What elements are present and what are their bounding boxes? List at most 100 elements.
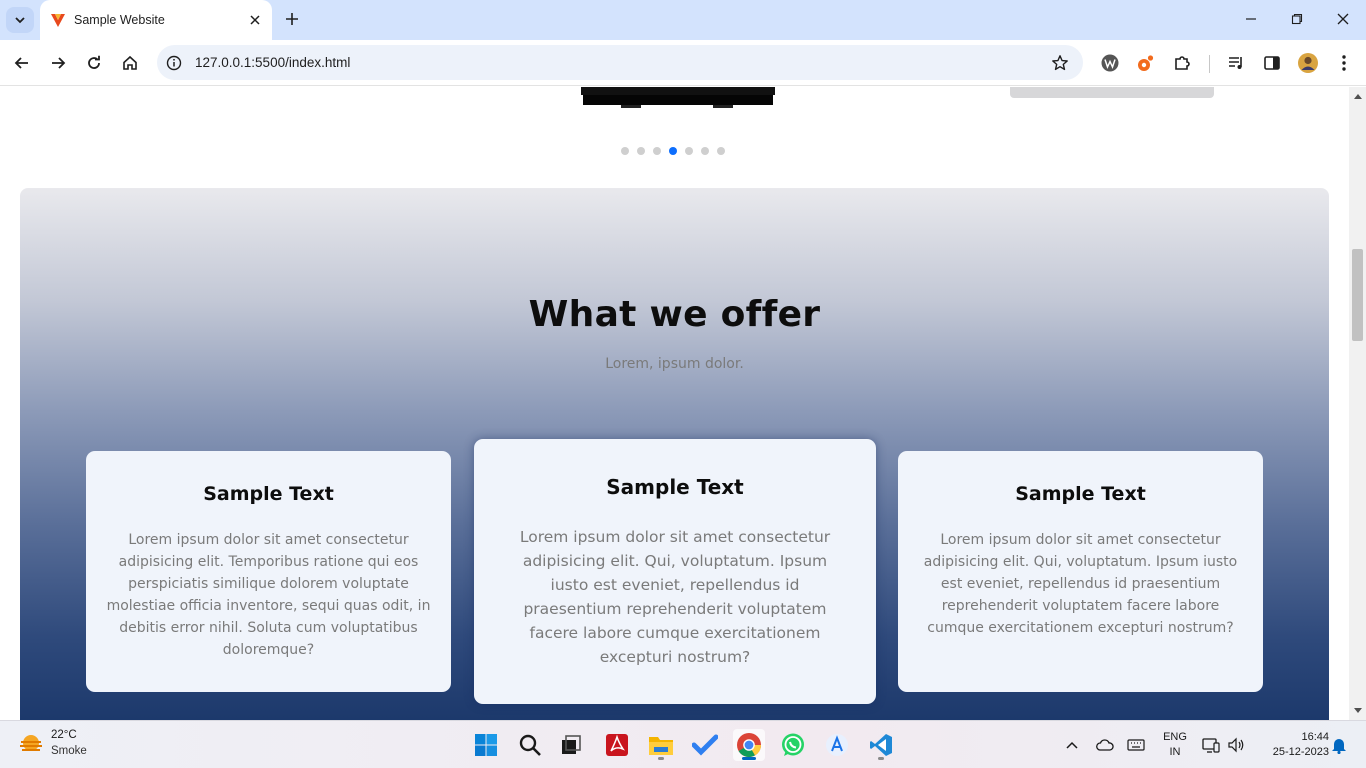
reload-icon [88, 55, 100, 69]
arrow-left-icon [14, 57, 28, 69]
keyboard-tray[interactable] [1126, 735, 1146, 755]
file-explorer-icon [649, 737, 673, 755]
plus-icon [286, 13, 298, 25]
tab-search-button[interactable] [6, 7, 34, 33]
scroll-up-arrow-icon[interactable] [1349, 89, 1366, 103]
restore-icon [1291, 13, 1303, 25]
system-clock[interactable]: 16:44 25-12-2023 [1255, 730, 1329, 760]
card-text: Lorem ipsum dolor sit amet consectetur a… [519, 528, 831, 666]
site-info-icon[interactable] [165, 54, 183, 72]
side-panel-icon [1264, 56, 1280, 70]
card-text: Lorem ipsum dolor sit amet consectetur a… [923, 532, 1238, 636]
carousel-product-image [581, 87, 775, 108]
chevron-down-icon [15, 17, 25, 24]
back-button[interactable] [10, 51, 34, 75]
site-favicon-icon [50, 12, 66, 28]
start-button[interactable] [470, 729, 502, 761]
cloud-icon [1096, 739, 1114, 751]
notifications-button[interactable] [1330, 735, 1348, 755]
region-code: IN [1169, 746, 1181, 758]
browser-menu-button[interactable] [1332, 51, 1356, 75]
file-explorer-button[interactable] [645, 729, 677, 761]
weather-haze-icon[interactable] [18, 732, 44, 758]
scrollbar-thumb[interactable] [1352, 249, 1363, 341]
restore-button[interactable] [1286, 8, 1308, 30]
card-text: Lorem ipsum dolor sit amet consectetur a… [106, 532, 431, 658]
reload-button[interactable] [82, 51, 106, 75]
taskbar: 22°C Smoke ENG IN 16:44 25-12-2023 [0, 720, 1366, 768]
carousel-dot[interactable] [685, 147, 693, 155]
profile-button[interactable] [1296, 51, 1320, 75]
show-hidden-icons-button[interactable] [1063, 735, 1081, 755]
todo-button[interactable] [689, 729, 721, 761]
offer-card: Sample Text Lorem ipsum dolor sit amet c… [86, 451, 451, 692]
card-title: Sample Text [606, 475, 744, 499]
close-tab-icon[interactable] [246, 11, 264, 29]
wordpress-extension-button[interactable] [1098, 51, 1122, 75]
more-vertical-icon [1342, 55, 1346, 71]
home-button[interactable] [118, 51, 142, 75]
page-scrollbar[interactable] [1349, 87, 1366, 720]
windows-start-icon [475, 734, 497, 756]
network-icon [1202, 738, 1220, 753]
home-icon [123, 55, 137, 70]
carousel-dot[interactable] [621, 147, 629, 155]
weather-temperature[interactable]: 22°C [51, 729, 77, 741]
carousel-dot[interactable] [701, 147, 709, 155]
url-text[interactable]: 127.0.0.1:5500/index.html [195, 55, 1049, 70]
carousel-dot[interactable] [717, 147, 725, 155]
network-tray[interactable] [1201, 735, 1221, 755]
chevron-up-icon [1066, 741, 1078, 749]
carousel-card [1010, 87, 1214, 98]
minimize-button[interactable] [1240, 8, 1262, 30]
wordpress-icon [1101, 54, 1119, 72]
volume-tray[interactable] [1226, 735, 1246, 755]
close-window-button[interactable] [1332, 8, 1354, 30]
app-store-icon [826, 734, 848, 756]
avatar [1298, 53, 1318, 73]
weather-description[interactable]: Smoke [51, 745, 87, 757]
extension-orange-icon [1138, 55, 1154, 71]
page-viewport: What we offer Lorem, ipsum dolor. Sample… [0, 87, 1349, 720]
task-view-icon [562, 735, 581, 754]
card-title: Sample Text [1015, 483, 1146, 505]
input-language[interactable]: ENG IN [1160, 730, 1190, 760]
tab-title: Sample Website [74, 13, 165, 27]
scroll-down-arrow-icon[interactable] [1349, 704, 1366, 718]
side-panel-button[interactable] [1260, 51, 1284, 75]
colorpicker-extension-button[interactable] [1134, 51, 1158, 75]
minimize-icon [1246, 18, 1256, 20]
section-subtitle: Lorem, ipsum dolor. [605, 356, 744, 372]
acrobat-icon [606, 734, 628, 756]
keyboard-icon [1127, 739, 1145, 751]
forward-button[interactable] [46, 51, 70, 75]
taskbar-search-button[interactable] [514, 729, 546, 761]
acrobat-button[interactable] [601, 729, 633, 761]
media-queue-icon [1229, 57, 1242, 69]
bookmark-star-icon[interactable] [1049, 52, 1071, 74]
new-tab-button[interactable] [281, 8, 303, 30]
offer-section: What we offer Lorem, ipsum dolor. Sample… [20, 188, 1329, 720]
search-icon [519, 734, 541, 756]
running-indicator [742, 757, 756, 760]
tab-strip: Sample Website [0, 0, 1366, 40]
app-store-button[interactable] [821, 729, 853, 761]
speaker-icon [1228, 737, 1244, 753]
media-controls-button[interactable] [1224, 51, 1248, 75]
whatsapp-button[interactable] [777, 729, 809, 761]
bell-icon [1332, 739, 1346, 754]
extensions-button[interactable] [1170, 51, 1194, 75]
onedrive-tray[interactable] [1095, 735, 1115, 755]
task-view-button[interactable] [555, 729, 587, 761]
clock-time: 16:44 [1301, 731, 1329, 743]
carousel-dot[interactable] [637, 147, 645, 155]
running-indicator [658, 757, 664, 760]
address-bar[interactable]: 127.0.0.1:5500/index.html [157, 45, 1083, 80]
carousel-dot[interactable] [653, 147, 661, 155]
vscode-button[interactable] [865, 729, 897, 761]
browser-tab[interactable]: Sample Website [40, 0, 272, 40]
carousel-dot[interactable] [669, 147, 677, 155]
puzzle-icon [1175, 56, 1190, 70]
chrome-button[interactable] [733, 729, 765, 761]
offer-card-featured: Sample Text Lorem ipsum dolor sit amet c… [474, 439, 876, 704]
